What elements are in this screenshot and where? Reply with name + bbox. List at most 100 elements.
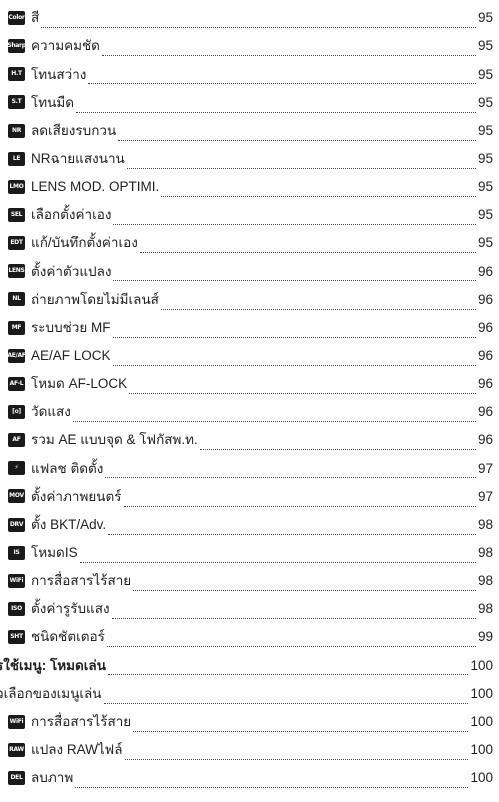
toc-entry-edit-custom[interactable]: EDT แก้/บันทึกตั้งค่าเอง 95: [0, 229, 499, 257]
dot-leader: [108, 533, 476, 535]
toc-entry-raw-conversion[interactable]: RAW แปลง RAWไฟล์ 100: [0, 736, 499, 764]
entry-label: โหมด AF-LOCK: [31, 376, 128, 392]
section-heading: รใช้เมนู: โหมดเล่น: [0, 657, 106, 673]
toc-entry-shoot-without-lens[interactable]: NL ถ่ายภาพโดยไม่มีเลนส์ 96: [0, 285, 499, 313]
entry-label: ตั้งค่าตัวแปลง: [31, 263, 112, 279]
entry-label: แปลง RAWไฟล์: [31, 741, 123, 757]
page-number: 95: [477, 207, 493, 223]
toc-entry-shutter-type[interactable]: SHT ชนิดชัตเตอร์ 99: [0, 623, 499, 651]
entry-label: LENS MOD. OPTIMI.: [31, 179, 160, 195]
sharpness-icon: Sharp: [8, 39, 25, 54]
page-number: 96: [477, 376, 493, 392]
entry-label: แก้/บันทึกตั้งค่าเอง: [31, 235, 138, 251]
entry-label: ตั้งค่าภาพยนตร์: [31, 488, 122, 504]
page-number: 95: [477, 179, 493, 195]
entry-label: AE/AF LOCK: [31, 348, 111, 363]
dot-leader: [72, 420, 476, 423]
toc-entry-af-lock-mode[interactable]: AF-L โหมด AF-LOCK 96: [0, 370, 499, 398]
toc-entry-movie-setup[interactable]: MOV ตั้งค่าภาพยนตร์ 97: [0, 482, 499, 510]
toc-entry-interlock-spot-ae[interactable]: AF รวม AE แบบจุด & โฟกัสพ.ท. 96: [0, 426, 499, 454]
page-number: 98: [477, 516, 493, 532]
page-number: 97: [477, 488, 493, 504]
dot-leader: [112, 364, 476, 366]
toc-entry-select-custom[interactable]: SEL เลือกตั้งค่าเอง 95: [0, 201, 499, 229]
dot-leader: [76, 111, 476, 113]
entry-label: ตั้ง BKT/Adv.: [31, 516, 107, 532]
toc-subsection-playback-options[interactable]: ัวเลือกของเมนูเล่น 100: [0, 679, 499, 707]
image-stabilization-icon: IS: [8, 545, 25, 560]
page-number: 100: [470, 685, 493, 701]
entry-label: วัดแสง: [31, 404, 71, 420]
toc-entry-noise-reduction[interactable]: NR ลดเสียงรบกวน 95: [0, 117, 499, 145]
interlock-spot-ae-icon: AF: [8, 433, 25, 448]
toc-entry-playback-wireless[interactable]: WiFi การสื่อสารไร้สาย 100: [0, 708, 499, 736]
page-number: 95: [477, 122, 493, 138]
entry-label: ลบภาพ: [31, 770, 74, 786]
dot-leader: [105, 476, 476, 479]
ae-af-lock-icon: AE/AF: [8, 348, 25, 363]
toc-section-playback-menu[interactable]: รใช้เมนู: โหมดเล่น 100: [0, 651, 499, 679]
page-number: 100: [470, 657, 493, 673]
toc-entry-color[interactable]: Color สี 95: [0, 4, 499, 32]
toc-entry-wireless[interactable]: WiFi การสื่อสารไร้สาย 98: [0, 567, 499, 595]
entry-label: โทนมืด: [31, 94, 75, 110]
toc-entry-lens-mod-optimizer[interactable]: LMO LENS MOD. OPTIMI. 95: [0, 173, 499, 201]
color-icon: Color: [8, 11, 25, 26]
toc-entry-shadow-tone[interactable]: S.T โทนมืด 95: [0, 88, 499, 116]
entry-label: ระบบช่วย MF: [31, 319, 111, 335]
dot-leader: [161, 195, 476, 197]
toc-entry-is-mode[interactable]: IS โหมดIS 98: [0, 539, 499, 567]
dot-leader: [112, 336, 476, 338]
dot-leader: [126, 167, 476, 169]
toc-entry-flash-setup[interactable]: ⚡ แฟลช ติดตั้ง 97: [0, 454, 499, 482]
toc-entry-adapter-setting[interactable]: LENS ตั้งค่าตัวแปลง 96: [0, 257, 499, 285]
dot-leader: [123, 505, 476, 507]
subsection-heading: ัวเลือกของเมนูเล่น: [0, 685, 102, 701]
page-number: 95: [477, 151, 493, 167]
toc-entry-ae-af-lock[interactable]: AE/AF AE/AF LOCK 96: [0, 342, 499, 370]
dot-leader: [107, 673, 469, 676]
entry-label: ตั้งค่ารูรับแสง: [31, 601, 110, 617]
entry-label: NRฉายแสงนาน: [31, 151, 125, 167]
noise-reduction-icon: NR: [8, 123, 25, 138]
page-number: 98: [477, 544, 493, 560]
page-number: 97: [477, 460, 493, 476]
entry-label: โทนสว่าง: [31, 66, 87, 82]
wifi-icon: WiFi: [8, 714, 25, 729]
entry-label: โหมดIS: [31, 544, 78, 560]
no-lens-icon: NL: [8, 292, 25, 307]
toc-entry-aperture-setting[interactable]: ISO ตั้งค่ารูรับแสง 98: [0, 595, 499, 623]
toc-entry-bkt-adv[interactable]: DRV ตั้ง BKT/Adv. 98: [0, 511, 499, 539]
dot-leader: [101, 54, 476, 57]
entry-label: ลดเสียงรบกวน: [31, 122, 117, 138]
wifi-icon: WiFi: [8, 573, 25, 588]
raw-icon: RAW: [8, 742, 25, 757]
highlight-tone-icon: H.T: [8, 67, 25, 82]
entry-label: ชนิดชัตเตอร์: [31, 629, 105, 645]
entry-label: การสื่อสารไร้สาย: [31, 573, 132, 589]
page-number: 96: [477, 291, 493, 307]
dot-leader: [124, 758, 469, 760]
movie-icon: MOV: [8, 489, 25, 504]
mf-assist-icon: MF: [8, 320, 25, 335]
dot-leader: [111, 617, 476, 620]
toc-entry-photometry[interactable]: [o] วัดแสง 96: [0, 398, 499, 426]
dot-leader: [199, 448, 476, 451]
aperture-icon: ISO: [8, 602, 25, 617]
shutter-icon: SHT: [8, 630, 25, 645]
page-number: 95: [477, 10, 493, 26]
toc-entry-sharpness[interactable]: Sharp ความคมชัด 95: [0, 32, 499, 60]
dot-leader: [113, 223, 476, 226]
entry-label: สี: [31, 10, 40, 26]
toc-entry-erase[interactable]: DEL ลบภาพ 100: [0, 764, 499, 792]
entry-label: เลือกตั้งค่าเอง: [31, 207, 112, 223]
dot-leader: [75, 786, 469, 788]
toc-entry-highlight-tone[interactable]: H.T โทนสว่าง 95: [0, 60, 499, 88]
dot-leader: [133, 730, 469, 732]
entry-label: รวม AE แบบจุด & โฟกัสพ.ท.: [31, 432, 198, 448]
page-number: 100: [470, 741, 493, 757]
dot-leader: [118, 139, 476, 141]
toc-entry-long-exposure-nr[interactable]: LE NRฉายแสงนาน 95: [0, 145, 499, 173]
toc-entry-mf-assist[interactable]: MF ระบบช่วย MF 96: [0, 314, 499, 342]
dot-leader: [113, 279, 476, 282]
